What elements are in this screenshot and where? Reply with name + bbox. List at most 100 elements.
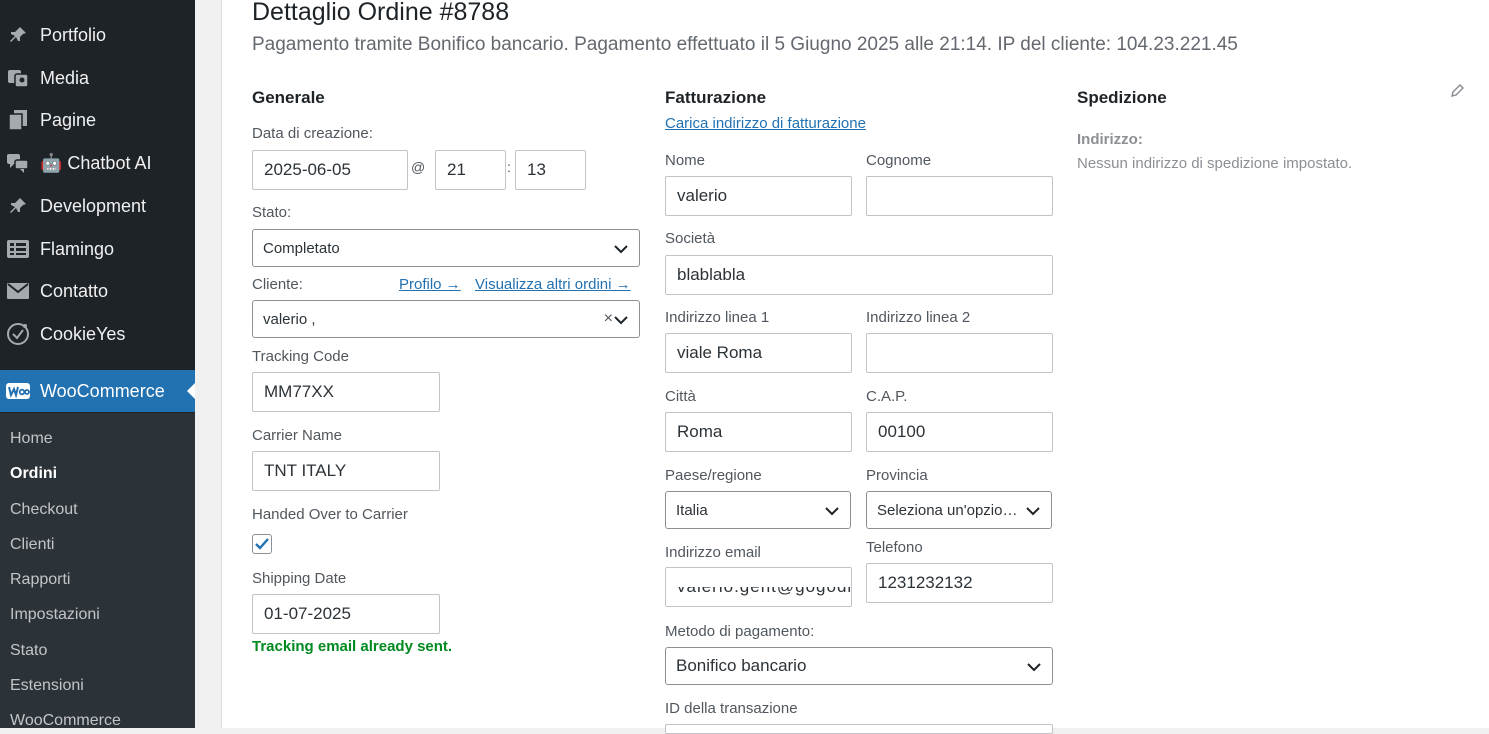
submenu-item-estensioni[interactable]: Estensioni (10, 677, 84, 695)
order-subtitle: Pagamento tramite Bonifico bancario. Pag… (252, 34, 1238, 55)
tracking-label: Tracking Code (252, 348, 349, 365)
payment-value: Bonifico bancario (676, 656, 807, 675)
sidebar-item-flamingo[interactable]: Flamingo (0, 229, 195, 269)
email-value: valerio.gent@gogodi (677, 577, 852, 596)
status-value: Completato (263, 239, 340, 257)
postcode-field[interactable]: 00100 (866, 412, 1053, 452)
general-heading: Generale (252, 88, 325, 107)
chevron-down-icon (1027, 663, 1041, 672)
cookie-icon (6, 322, 30, 346)
transaction-field[interactable] (665, 724, 1053, 734)
state-label: Provincia (866, 467, 928, 484)
submenu-item-stato[interactable]: Stato (10, 642, 47, 660)
sidebar-item-pagine[interactable]: Pagine (0, 100, 195, 140)
tracking-field[interactable]: MM77XX (252, 372, 440, 412)
woocommerce-icon (6, 379, 30, 403)
pencil-icon[interactable] (1450, 84, 1464, 98)
handed-checkbox[interactable] (252, 534, 272, 554)
time-separator: : (507, 159, 511, 175)
postcode-label: C.A.P. (866, 388, 908, 405)
company-field[interactable]: blablabla (665, 255, 1053, 295)
customer-value: valerio , (263, 310, 316, 328)
payment-select[interactable]: Bonifico bancario (665, 647, 1053, 685)
sidebar-item-media[interactable]: Media (0, 58, 195, 98)
carrier-label: Carrier Name (252, 427, 343, 444)
email-field[interactable]: valerio.gent@gogodi (665, 567, 852, 607)
sidebar-item-label: Media (40, 67, 90, 88)
shipping-date-field[interactable]: 01-07-2025 (252, 594, 440, 634)
date-field[interactable]: 2025-06-05 (252, 150, 408, 190)
carrier-field[interactable]: TNT ITALY (252, 451, 440, 491)
country-label: Paese/regione (665, 467, 762, 484)
sidebar-item-woocommerce[interactable]: WooCommerce (0, 370, 195, 412)
sidebar-item-label: Portfolio (40, 24, 107, 45)
shipping-heading: Spedizione (1077, 88, 1167, 107)
state-value: Seleziona un'opzio… (877, 501, 1018, 519)
submenu-item-ordini[interactable]: Ordini (10, 465, 57, 483)
country-value: Italia (676, 501, 708, 519)
profile-link[interactable]: Profilo → (399, 276, 461, 293)
transaction-label: ID della transazione (665, 700, 798, 717)
pages-icon (6, 108, 30, 132)
media-icon (6, 66, 30, 90)
status-select[interactable]: Completato (252, 229, 640, 267)
sidebar-item-label: CookieYes (40, 323, 126, 344)
phone-field[interactable]: 1231232132 (866, 563, 1053, 603)
city-label: Città (665, 388, 696, 405)
page-title: Dettaglio Ordine #8788 (252, 0, 510, 26)
sidebar-item-label: Pagine (40, 109, 97, 130)
flamingo-icon (6, 237, 30, 261)
address2-label: Indirizzo linea 2 (866, 309, 971, 326)
other-orders-link[interactable]: Visualizza altri ordini → (475, 276, 631, 293)
shipping-address-label: Indirizzo: (1077, 131, 1143, 148)
submenu-item-home[interactable]: Home (10, 430, 53, 448)
pin-icon (6, 194, 30, 218)
city-field[interactable]: Roma (665, 412, 852, 452)
shipping-date-label: Shipping Date (252, 570, 347, 587)
sidebar-item-label: 🤖 Chatbot AI (40, 152, 152, 173)
address2-field[interactable] (866, 333, 1053, 373)
address1-field[interactable]: viale Roma (665, 333, 852, 373)
sidebar-item-development[interactable]: Development (0, 186, 195, 226)
sidebar-item-label: Contatto (40, 280, 109, 301)
chevron-down-icon (1026, 507, 1040, 516)
submenu-item-woocommerce[interactable]: WooCommerce (10, 712, 121, 730)
phone-label: Telefono (866, 539, 923, 556)
submenu-item-checkout[interactable]: Checkout (10, 501, 78, 519)
tracking-notice: Tracking email already sent. (252, 638, 453, 655)
sidebar-item-label: Development (40, 195, 147, 216)
last-name-field[interactable] (866, 176, 1053, 216)
address1-label: Indirizzo linea 1 (665, 309, 770, 326)
load-billing-link[interactable]: Carica indirizzo di fatturazione (665, 115, 866, 132)
sidebar-item-chatbot[interactable]: 🤖 Chatbot AI (0, 143, 195, 183)
chevron-down-icon (614, 245, 628, 254)
handed-label: Handed Over to Carrier (252, 506, 408, 523)
chat-icon (6, 151, 30, 175)
submenu-item-clienti[interactable]: Clienti (10, 536, 54, 554)
mail-icon (6, 279, 30, 303)
at-separator: @ (411, 159, 426, 175)
sidebar-item-portfolio[interactable]: Portfolio (0, 15, 195, 55)
last-name-label: Cognome (866, 152, 932, 169)
country-select[interactable]: Italia (665, 491, 851, 529)
sidebar-item-label: Flamingo (40, 238, 115, 259)
clear-icon[interactable]: × (604, 310, 613, 328)
pin-icon (6, 23, 30, 47)
billing-heading: Fatturazione (665, 88, 767, 107)
order-panel: Dettaglio Ordine #8788 Pagamento tramite… (221, 0, 1489, 734)
sidebar-item-cookieyes[interactable]: CookieYes (0, 314, 195, 354)
first-name-field[interactable]: valerio (665, 176, 852, 216)
hour-field[interactable]: 21 (435, 150, 506, 190)
submenu-item-rapporti[interactable]: Rapporti (10, 571, 70, 589)
chevron-down-icon (825, 507, 839, 516)
submenu-item-impostazioni[interactable]: Impostazioni (10, 606, 100, 624)
minute-field[interactable]: 13 (515, 150, 586, 190)
payment-label: Metodo di pagamento: (665, 623, 815, 640)
chevron-down-icon (614, 316, 628, 325)
state-select[interactable]: Seleziona un'opzio… (866, 491, 1052, 529)
sidebar-item-contatto[interactable]: Contatto (0, 271, 195, 311)
company-label: Società (665, 230, 716, 247)
customer-select[interactable]: valerio , × (252, 300, 640, 338)
status-label: Stato: (252, 204, 292, 221)
customer-label: Cliente: (252, 276, 303, 293)
